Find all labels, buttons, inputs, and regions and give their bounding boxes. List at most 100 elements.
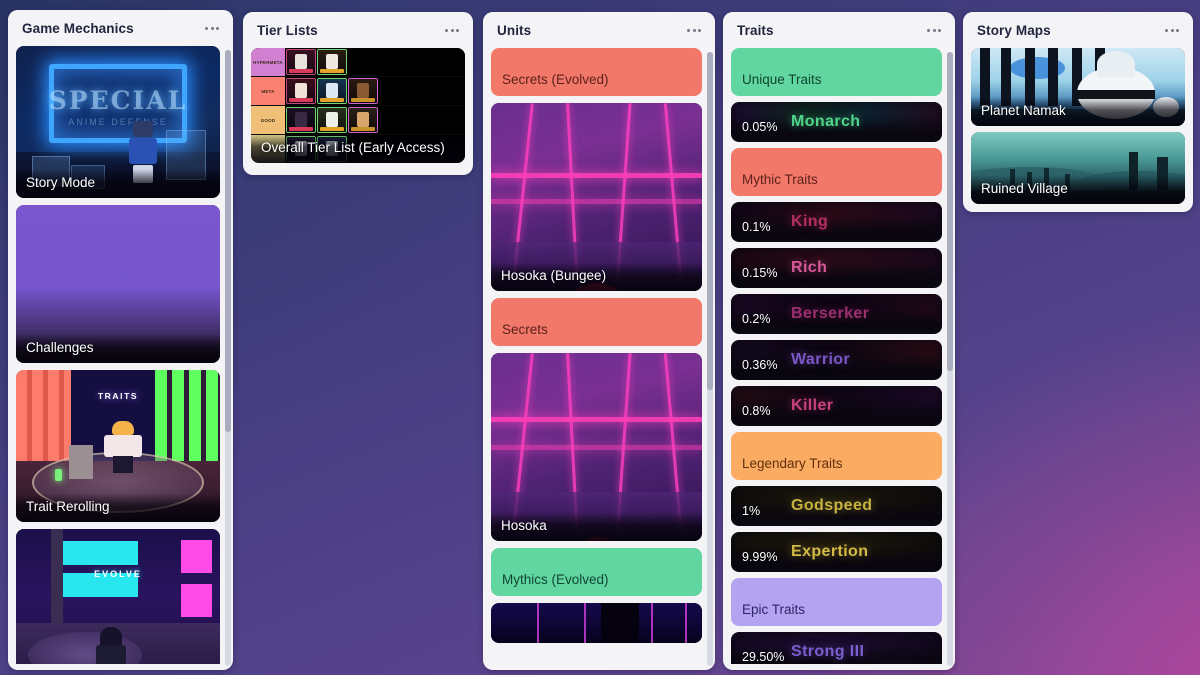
trait-name: Rich (791, 259, 828, 276)
trait-name: Monarch (791, 113, 861, 130)
tier-label: HYPERMETA (251, 48, 285, 76)
trait-row-rich[interactable]: 0.15% Rich (731, 248, 942, 288)
card-caption: Hosoka (491, 512, 702, 541)
trait-list: Unique Traits 0.05% Monarch Mythic Trait… (731, 48, 947, 664)
card-caption: Planet Namak (971, 97, 1185, 126)
panel-body-game-mechanics: SPECIAL ANIME DEFENSE Story Mode Challen… (8, 46, 233, 670)
panel-title: Units (497, 22, 532, 38)
chip-legendary-traits[interactable]: Legendary Traits (731, 432, 942, 480)
kanban-board: Game Mechanics SPECIAL ANIME DEFENSE Sto… (0, 0, 1200, 675)
panel-body-units: Secrets (Evolved) Hosoka (Bungee) Secret… (483, 48, 715, 670)
chip-epic-traits[interactable]: Epic Traits (731, 578, 942, 626)
card-caption: Story Mode (16, 169, 220, 198)
ellipsis-icon[interactable] (1163, 24, 1181, 37)
ellipsis-icon[interactable] (203, 22, 221, 35)
chip-label: Unique Traits (742, 72, 822, 87)
chip-unique-traits[interactable]: Unique Traits (731, 48, 942, 96)
trait-percent: 29.50% (742, 649, 785, 664)
panel-tier-lists: Tier Lists HYPERMETA META GOOD Overall T… (243, 12, 473, 175)
chip-secrets[interactable]: Secrets (491, 298, 702, 346)
trait-percent: 0.2% (742, 311, 771, 326)
ellipsis-icon[interactable] (443, 24, 461, 37)
trait-name: Warrior (791, 351, 851, 368)
card-list: HYPERMETA META GOOD Overall Tier List (E… (251, 48, 465, 169)
card-story-mode[interactable]: SPECIAL ANIME DEFENSE Story Mode (16, 46, 220, 198)
chip-mythic-traits[interactable]: Mythic Traits (731, 148, 942, 196)
panel-scrollbar[interactable] (707, 52, 713, 666)
card-caption: Challenges (16, 334, 220, 363)
trait-percent: 1% (742, 503, 761, 518)
card-caption: Ruined Village (971, 175, 1185, 204)
trait-row-godspeed[interactable]: 1% Godspeed (731, 486, 942, 526)
card-evolve[interactable]: EVOLVE (16, 529, 220, 664)
panel-header-tier-lists: Tier Lists (243, 12, 473, 48)
panel-game-mechanics: Game Mechanics SPECIAL ANIME DEFENSE Sto… (8, 10, 233, 670)
panel-title: Game Mechanics (22, 20, 134, 36)
trait-row-strong-iii[interactable]: 29.50% Strong III (731, 632, 942, 664)
trait-percent: 0.8% (742, 403, 771, 418)
trait-name: Killer (791, 397, 834, 414)
chip-label: Epic Traits (742, 602, 806, 617)
trait-row-killer[interactable]: 0.8% Killer (731, 386, 942, 426)
card-planet-namak[interactable]: Planet Namak (971, 48, 1185, 126)
panel-title: Traits (737, 22, 774, 38)
card-list: Planet Namak Ruined Village (971, 48, 1185, 206)
card-hosoka[interactable]: ♣♠ ♦ Hosoka (491, 353, 702, 541)
card-overall-tier-list[interactable]: HYPERMETA META GOOD Overall Tier List (E… (251, 48, 465, 163)
scrollbar-thumb[interactable] (707, 52, 713, 390)
card-list: SPECIAL ANIME DEFENSE Story Mode Challen… (16, 46, 225, 664)
card-ruined-village[interactable]: Ruined Village (971, 132, 1185, 204)
trait-percent: 0.15% (742, 265, 778, 280)
trait-row-king[interactable]: 0.1% King (731, 202, 942, 242)
panel-header-traits: Traits (723, 12, 955, 48)
chip-label: Mythics (Evolved) (502, 572, 609, 587)
card-trait-rerolling[interactable]: TRAITS Trait Rerolling (16, 370, 220, 522)
scrollbar-thumb[interactable] (947, 52, 953, 372)
panel-scrollbar[interactable] (947, 52, 953, 666)
scrollbar-thumb[interactable] (225, 50, 231, 432)
trait-row-expertion[interactable]: 9.99% Expertion (731, 532, 942, 572)
trait-name: Strong III (791, 643, 865, 660)
card-challenges[interactable]: Challenges (16, 205, 220, 363)
chip-label: Legendary Traits (742, 456, 843, 471)
panel-traits: Traits Unique Traits 0.05% Monarch Mythi… (723, 12, 955, 670)
trait-name: Godspeed (791, 497, 873, 514)
trait-name: Berserker (791, 305, 870, 322)
chip-label: Secrets (Evolved) (502, 72, 609, 87)
chip-secrets-evolved[interactable]: Secrets (Evolved) (491, 48, 702, 96)
panel-body-story-maps: Planet Namak Ruined Village (963, 48, 1193, 212)
tier-label: META (251, 77, 285, 105)
ellipsis-icon[interactable] (925, 24, 943, 37)
chip-label: Secrets (502, 322, 548, 337)
panel-scrollbar[interactable] (225, 50, 231, 666)
panel-title: Story Maps (977, 22, 1051, 38)
trait-percent: 0.05% (742, 119, 778, 134)
panel-story-maps: Story Maps Planet Namak Ruined Village (963, 12, 1193, 212)
card-caption: Trait Rerolling (16, 493, 220, 522)
panel-header-story-maps: Story Maps (963, 12, 1193, 48)
card-artwork-mythic-unit (491, 603, 702, 643)
trait-name: King (791, 213, 829, 230)
panel-body-tier-lists: HYPERMETA META GOOD Overall Tier List (E… (243, 48, 473, 175)
card-artwork-evolve: EVOLVE (16, 529, 220, 664)
ellipsis-icon[interactable] (685, 24, 703, 37)
panel-title: Tier Lists (257, 22, 318, 38)
trait-row-monarch[interactable]: 0.05% Monarch (731, 102, 942, 142)
card-caption: Hosoka (Bungee) (491, 262, 702, 291)
panel-body-traits: Unique Traits 0.05% Monarch Mythic Trait… (723, 48, 955, 670)
card-hosoka-bungee[interactable]: ♣♠ ♦ Hosoka (Bungee) (491, 103, 702, 291)
card-mythic-unit[interactable] (491, 603, 702, 643)
tier-label: GOOD (251, 106, 285, 134)
trait-percent: 0.36% (742, 357, 778, 372)
chip-label: Mythic Traits (742, 172, 818, 187)
card-caption: Overall Tier List (Early Access) (251, 134, 465, 163)
chip-mythics-evolved[interactable]: Mythics (Evolved) (491, 548, 702, 596)
panel-header-game-mechanics: Game Mechanics (8, 10, 233, 46)
card-list: Secrets (Evolved) Hosoka (Bungee) Secret… (491, 48, 707, 664)
trait-row-warrior[interactable]: 0.36% Warrior (731, 340, 942, 380)
trait-row-berserker[interactable]: 0.2% Berserker (731, 294, 942, 334)
trait-percent: 0.1% (742, 219, 771, 234)
panel-header-units: Units (483, 12, 715, 48)
trait-percent: 9.99% (742, 549, 778, 564)
trait-name: Expertion (791, 543, 869, 560)
